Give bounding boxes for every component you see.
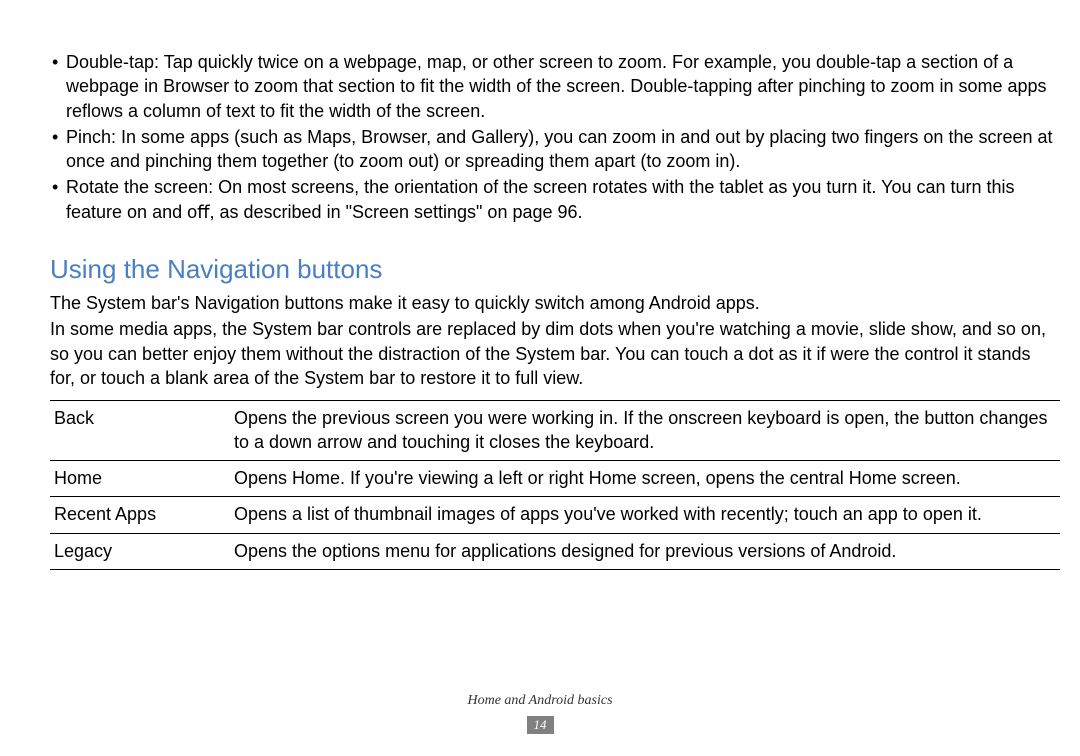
section-heading: Using the Navigation buttons — [50, 254, 1060, 285]
intro-paragraph-1: The System bar's Navigation buttons make… — [50, 291, 1060, 315]
bullet-item: Rotate the screen: On most screens, the … — [50, 175, 1060, 224]
table-cell-label: Home — [50, 461, 230, 497]
table-row: Home Opens Home. If you're viewing a lef… — [50, 461, 1060, 497]
table-cell-label: Legacy — [50, 533, 230, 569]
table-cell-desc: Opens the previous screen you were worki… — [230, 401, 1060, 461]
bullet-item: Double-tap: Tap quickly twice on a webpa… — [50, 50, 1060, 123]
table-row: Back Opens the previous screen you were … — [50, 401, 1060, 461]
table-row: Recent Apps Opens a list of thumbnail im… — [50, 497, 1060, 533]
bullet-item: Pinch: In some apps (such as Maps, Brows… — [50, 125, 1060, 174]
page-footer: Home and Android basics 14 — [0, 693, 1080, 734]
table-cell-desc: Opens a list of thumbnail images of apps… — [230, 497, 1060, 533]
footer-chapter-title: Home and Android basics — [0, 693, 1080, 709]
table-cell-desc: Opens Home. If you're viewing a left or … — [230, 461, 1060, 497]
page-number: 14 — [527, 716, 554, 734]
navigation-buttons-table: Back Opens the previous screen you were … — [50, 400, 1060, 570]
table-cell-desc: Opens the options menu for applications … — [230, 533, 1060, 569]
table-cell-label: Back — [50, 401, 230, 461]
table-row: Legacy Opens the options menu for applic… — [50, 533, 1060, 569]
table-cell-label: Recent Apps — [50, 497, 230, 533]
gesture-bullet-list: Double-tap: Tap quickly twice on a webpa… — [50, 50, 1060, 224]
intro-paragraph-2: In some media apps, the System bar contr… — [50, 317, 1060, 390]
